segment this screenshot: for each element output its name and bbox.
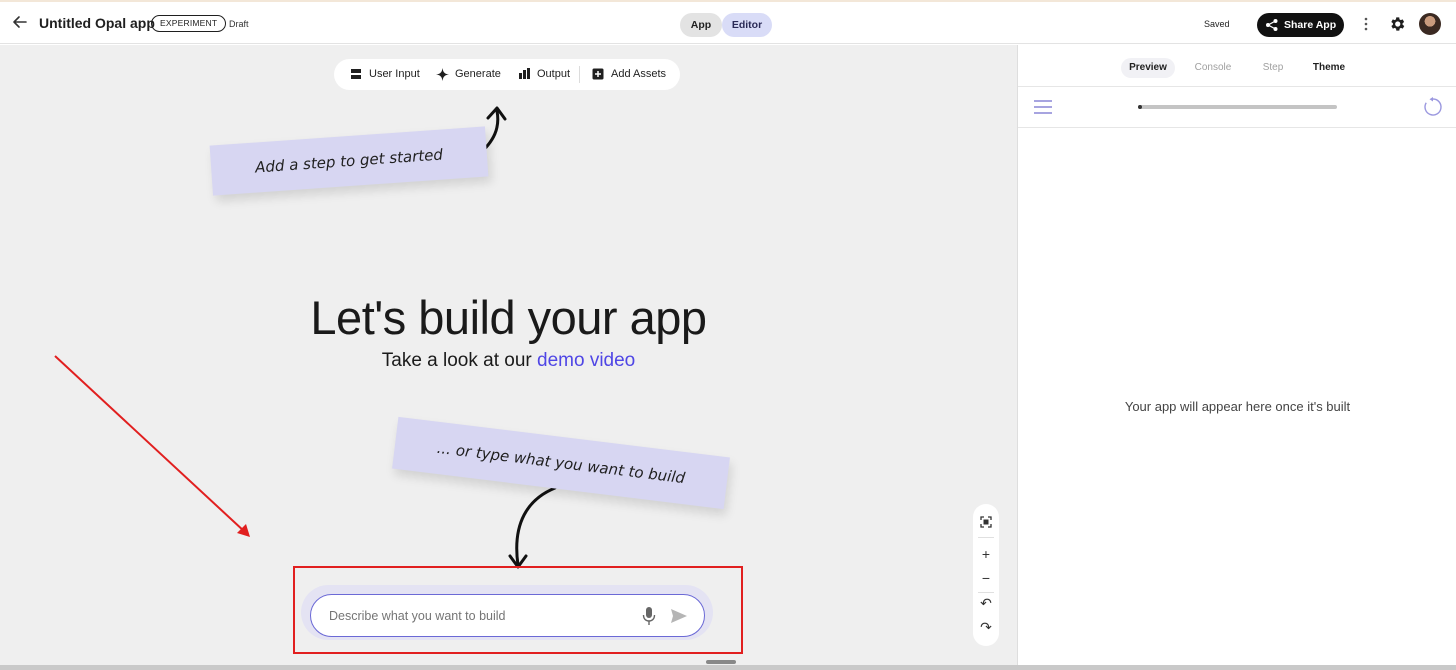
app-title[interactable]: Untitled Opal app [39, 15, 155, 31]
arrow-to-prompt-icon [515, 486, 557, 567]
red-annotation-arrow [54, 355, 246, 533]
hamburger-icon[interactable] [1034, 100, 1052, 114]
hero-title: Let's build your app [310, 291, 707, 344]
fit-view-icon[interactable] [973, 512, 999, 532]
share-app-label: Share App [1284, 19, 1337, 31]
refresh-icon[interactable] [1423, 97, 1443, 117]
mode-switch: App Editor [680, 13, 772, 37]
bottom-edge [0, 665, 1456, 670]
mode-editor-button[interactable]: Editor [722, 13, 772, 37]
gear-icon[interactable] [1388, 15, 1406, 33]
panel-divider [1018, 86, 1456, 87]
kebab-menu-icon[interactable] [1360, 14, 1372, 34]
tab-preview[interactable]: Preview [1121, 58, 1175, 78]
mode-app-button[interactable]: App [680, 13, 722, 37]
zoom-divider [978, 537, 994, 538]
hero-subtitle: Take a look at our demo video [0, 350, 1017, 372]
send-icon[interactable] [670, 608, 688, 624]
share-icon [1266, 19, 1278, 31]
share-app-button[interactable]: Share App [1257, 13, 1344, 37]
redo-icon[interactable]: ↷ [973, 617, 999, 637]
top-bar: Untitled Opal app EXPERIMENT Draft App E… [0, 0, 1456, 44]
arrow-left-icon[interactable] [10, 12, 30, 32]
tab-step[interactable]: Step [1256, 58, 1290, 78]
progress-bar [1138, 105, 1337, 109]
editor-canvas[interactable]: User Input Generate Output Add Assets Ad… [0, 45, 1017, 665]
panel-divider [1018, 127, 1456, 128]
zoom-controls: + − ↶ ↷ [973, 504, 999, 646]
tab-theme[interactable]: Theme [1309, 58, 1349, 78]
resize-handle[interactable] [706, 660, 736, 664]
hero-subtitle-text: Take a look at our [381, 350, 538, 371]
experiment-badge: EXPERIMENT [151, 15, 227, 32]
draft-status: Draft [229, 19, 249, 29]
saved-status: Saved [1204, 19, 1230, 29]
user-avatar[interactable] [1419, 13, 1441, 35]
fit-view-glyph [980, 516, 992, 528]
microphone-icon[interactable] [642, 606, 656, 626]
demo-video-link[interactable]: demo video [537, 350, 635, 371]
progress-bar-fill [1138, 105, 1142, 109]
preview-panel: Preview Console Step Theme Your app will… [1017, 45, 1456, 665]
tab-console[interactable]: Console [1189, 58, 1237, 78]
zoom-in-icon[interactable]: + [973, 544, 999, 564]
empty-preview-message: Your app will appear here once it's buil… [1124, 399, 1351, 414]
undo-icon[interactable]: ↶ [973, 593, 999, 613]
zoom-out-icon[interactable]: − [973, 568, 999, 588]
